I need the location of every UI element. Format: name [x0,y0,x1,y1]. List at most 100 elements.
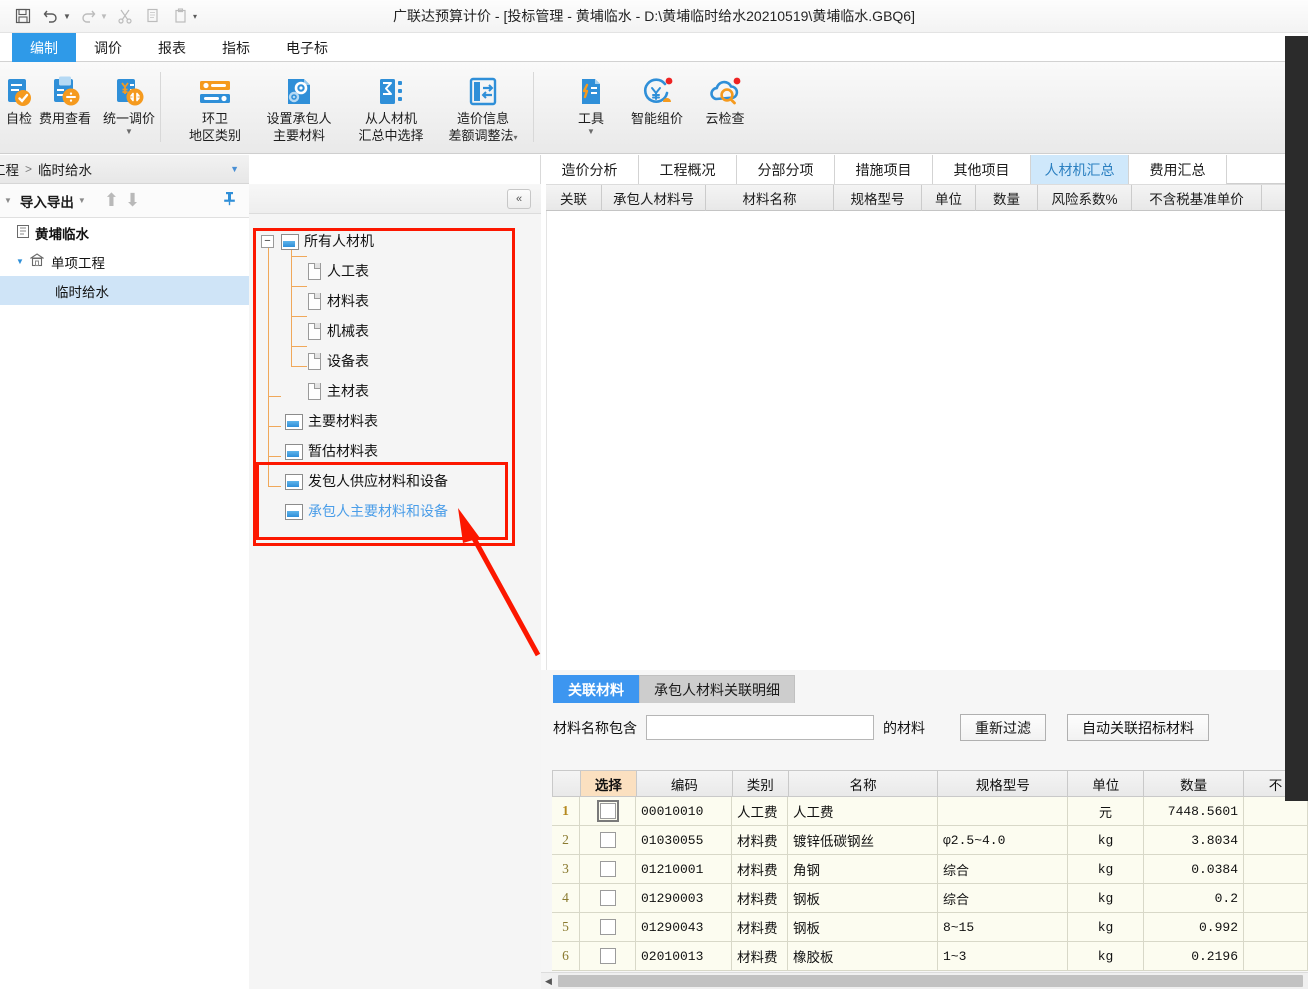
tree-node-main-material-table[interactable]: 主材表 [249,376,541,406]
tab-linked-materials[interactable]: 关联材料 [553,675,639,703]
row-select-cell[interactable] [580,855,636,883]
undo-dropdown-icon[interactable]: ▼ [63,12,73,21]
tree-node-machine-table[interactable]: 机械表 [249,316,541,346]
ribbon-cost-info-diff[interactable]: 造价信息 差额调整法▾ [446,66,520,144]
checkbox-icon[interactable] [599,919,616,935]
redo-icon[interactable] [75,3,101,29]
tree-node-project[interactable]: 黄埔临水 [0,218,249,247]
col-header-material-name[interactable]: 材料名称 [706,185,834,211]
tab-fee-summary[interactable]: 费用汇总 [1129,155,1227,184]
checkbox-icon[interactable] [599,948,616,964]
col-header-category[interactable]: 类别 [733,771,789,796]
scrollbar-thumb[interactable] [558,975,1303,987]
refilter-button[interactable]: 重新过滤 [960,714,1046,741]
col-header-quantity[interactable]: 数量 [976,185,1038,211]
tree-node-provisional-materials[interactable]: 暂估材料表 [249,436,541,466]
customize-qat-icon[interactable]: ▾ [193,12,203,21]
tab-zhibiao[interactable]: 指标 [204,33,268,62]
tab-contractor-material-detail[interactable]: 承包人材料关联明细 [639,675,795,703]
tree-node-major-materials[interactable]: 主要材料表 [249,406,541,436]
chevron-down-icon[interactable]: ▼ [125,127,133,136]
ribbon-select-from-summary[interactable]: 从人材机 汇总中选择 [354,66,428,144]
arrow-down-icon[interactable]: ⬇ [125,190,140,211]
tab-tiaojia[interactable]: 调价 [76,33,140,62]
row-select-cell[interactable] [580,826,636,854]
scroll-left-icon[interactable]: ◀ [541,974,556,989]
checkbox-icon[interactable] [599,890,616,906]
chevron-double-left-icon[interactable]: « [507,189,531,209]
col-header-base-price[interactable]: 不含税基准单价 [1132,185,1262,211]
checkbox-icon[interactable] [599,832,616,848]
col-header-unit[interactable]: 单位 [922,185,976,211]
chevron-down-icon[interactable]: ▼ [230,164,239,174]
save-icon[interactable] [10,3,36,29]
tree-node-contractor-major-materials[interactable]: 承包人主要材料和设备 [249,496,541,526]
undo-icon[interactable] [38,3,64,29]
col-header-quantity[interactable]: 数量 [1144,771,1245,796]
tree-node-all-materials[interactable]: − 所有人材机 [249,226,541,256]
material-name-filter-input[interactable] [646,715,874,740]
tab-baobiao[interactable]: 报表 [140,33,204,62]
tab-measure-items[interactable]: 措施项目 [835,155,933,184]
table-row[interactable]: 4 01290003 材料费 钢板 综合 kg 0.2 [552,884,1308,913]
tree-node-single-project[interactable]: ▼ 单项工程 [0,247,249,276]
tab-other-items[interactable]: 其他项目 [933,155,1031,184]
pin-icon[interactable] [222,191,237,210]
chevron-down-icon[interactable]: ▼ [587,127,595,136]
tree-node-material-table[interactable]: 材料表 [249,286,541,316]
tab-dianzibiao[interactable]: 电子标 [268,33,346,62]
tab-material-summary[interactable]: 人材机汇总 [1031,155,1129,184]
col-header-risk-factor[interactable]: 风险系数% [1038,185,1132,211]
tab-cost-analysis[interactable]: 造价分析 [541,155,639,184]
tree-node-temporary-water-supply[interactable]: 临时给水 [0,276,249,305]
checkbox-icon[interactable] [599,861,616,877]
row-select-cell[interactable] [580,797,636,825]
tree-node-equipment-table[interactable]: 设备表 [249,346,541,376]
col-header-name[interactable]: 名称 [789,771,939,796]
col-header-spec[interactable]: 规格型号 [834,185,922,211]
paste-icon[interactable] [168,3,194,29]
row-select-cell[interactable] [580,942,636,970]
breadcrumb-root[interactable]: 工程 [0,159,19,179]
col-header-relation[interactable]: 关联 [546,185,602,211]
row-select-cell[interactable] [580,913,636,941]
tab-bianzhi[interactable]: 编制 [12,33,76,62]
import-export-dropdown-icon[interactable]: ▼ [78,196,86,205]
ribbon-sanitation-region[interactable]: 环卫 地区类别 [178,66,252,144]
breadcrumb[interactable]: 工程 > 临时给水 ▼ [0,155,249,184]
collapse-expander-icon[interactable]: − [261,234,274,248]
col-header-unit[interactable]: 单位 [1068,771,1145,796]
cut-icon[interactable] [112,3,138,29]
checkbox-icon[interactable] [596,800,619,822]
chevron-down-icon[interactable]: ▼ [4,196,12,205]
chevron-down-icon[interactable]: ▾ [514,133,518,142]
col-header-code[interactable]: 编码 [637,771,733,796]
table-row[interactable]: 6 02010013 材料费 橡胶板 1~3 kg 0.2196 [552,942,1308,971]
table-row[interactable]: 1 00010010 人工费 人工费 元 7448.5601 [552,797,1308,826]
arrow-up-icon[interactable]: ⬆ [104,190,119,211]
ribbon-set-contractor-material[interactable]: 设置承包人 主要材料 [262,66,336,144]
redo-dropdown-icon[interactable]: ▼ [100,12,110,21]
col-header-spec[interactable]: 规格型号 [938,771,1069,796]
ribbon-fee-view[interactable]: 费用查看 [28,66,102,127]
bottom-grid-hscrollbar[interactable]: ◀ [541,972,1308,989]
row-select-cell[interactable] [580,884,636,912]
tree-node-employer-supplied-materials[interactable]: 发包人供应材料和设备 [249,466,541,496]
tab-app-menu[interactable] [0,33,12,62]
chevron-down-icon[interactable]: ▼ [12,257,28,266]
tab-subdivision-items[interactable]: 分部分项 [737,155,835,184]
ribbon-cloud-check[interactable]: 云检查 [688,66,762,127]
tree-node-labor-table[interactable]: 人工表 [249,256,541,286]
table-row[interactable]: 5 01290043 材料费 钢板 8~15 kg 0.992 [552,913,1308,942]
ribbon-tools[interactable]: 工具 ▼ [554,66,628,136]
ribbon-smart-pricing[interactable]: 智能组价 [620,66,694,127]
table-row[interactable]: 2 01030055 材料费 镀锌低碳钢丝 φ2.5~4.0 kg 3.8034 [552,826,1308,855]
col-header-select[interactable]: 选择 [580,771,637,796]
ribbon-unified-price[interactable]: 统一调价 ▼ [92,66,166,136]
col-header-material-no[interactable]: 承包人材料号 [602,185,706,211]
auto-link-tender-material-button[interactable]: 自动关联招标材料 [1067,714,1209,741]
breadcrumb-current[interactable]: 临时给水 [38,159,92,179]
import-export-button[interactable]: 导入导出 [20,191,74,211]
copy-icon[interactable] [140,3,166,29]
table-row[interactable]: 3 01210001 材料费 角钢 综合 kg 0.0384 [552,855,1308,884]
